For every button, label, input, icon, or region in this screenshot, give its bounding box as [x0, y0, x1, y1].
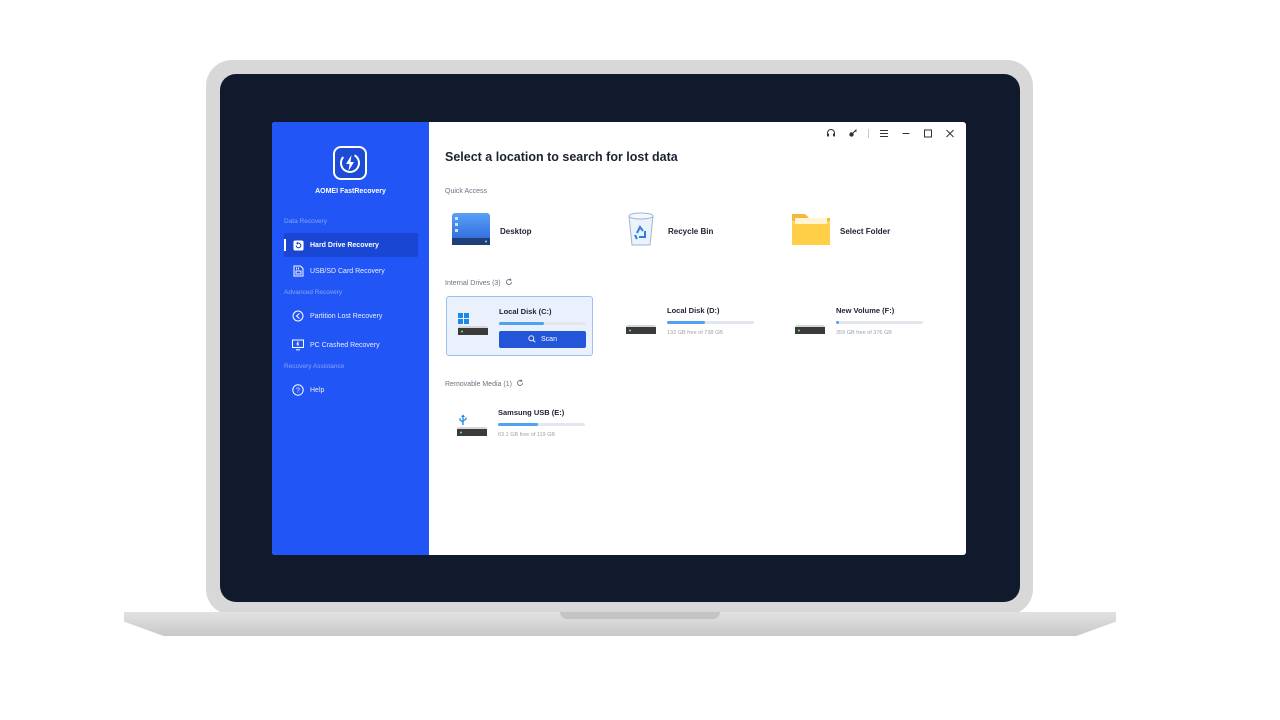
svg-text:?: ? — [296, 388, 300, 395]
internal-drives-label: Internal Drives (3) — [445, 279, 501, 287]
refresh-icon[interactable] — [516, 379, 524, 389]
sidebar-item-help[interactable]: ? Help — [284, 378, 418, 402]
app-logo-icon — [333, 146, 367, 180]
drive-free-space: 132 GB free of 738 GB — [667, 330, 723, 336]
drive-card-d[interactable]: Local Disk (D:) 132 GB free of 738 GB — [615, 296, 762, 356]
drive-card-c[interactable]: Local Disk (C:) Scan — [446, 296, 593, 356]
drive-usage-bar — [498, 423, 585, 426]
drive-name: Local Disk (C:) — [499, 307, 552, 316]
removable-media-header: Removable Media (1) — [445, 379, 524, 389]
scan-button-label: Scan — [541, 336, 557, 343]
sidebar-item-hard-drive-recovery[interactable]: Hard Drive Recovery — [284, 233, 418, 257]
sidebar-item-label: USB/SD Card Recovery — [310, 267, 385, 275]
sidebar-item-pc-crashed-recovery[interactable]: PC Crashed Recovery — [284, 333, 418, 357]
drive-usage-bar — [667, 321, 754, 324]
sidebar-item-usb-sd-card-recovery[interactable]: USB/SD Card Recovery — [284, 259, 418, 283]
restore-icon — [292, 239, 304, 251]
close-icon[interactable] — [940, 127, 960, 139]
monitor-icon — [292, 339, 304, 351]
nav-section-data-recovery: Data Recovery — [284, 218, 327, 225]
sidebar-item-label: PC Crashed Recovery — [310, 341, 380, 349]
menu-icon[interactable] — [874, 127, 894, 139]
recycle-bin-icon — [623, 211, 659, 252]
hard-drive-icon — [794, 312, 826, 336]
drive-usage-fill — [836, 321, 839, 324]
drive-free-space: 63.1 GB free of 119 GB — [498, 432, 556, 438]
folder-icon — [791, 211, 831, 252]
help-icon: ? — [292, 384, 304, 396]
scan-button[interactable]: Scan — [499, 331, 586, 348]
quick-access-recycle-bin[interactable]: Recycle Bin — [623, 212, 713, 250]
sidebar: AOMEI FastRecovery Data Recovery Hard Dr… — [272, 122, 429, 555]
key-icon[interactable] — [843, 127, 863, 139]
title-bar — [821, 127, 960, 139]
usb-drive-icon — [456, 414, 488, 438]
quick-access-label-text: Desktop — [500, 226, 532, 236]
drive-usage-bar — [499, 322, 586, 325]
titlebar-divider — [868, 128, 869, 138]
drive-usage-bar — [836, 321, 923, 324]
laptop-notch — [560, 612, 720, 619]
maximize-icon[interactable] — [918, 127, 938, 139]
drive-name: Local Disk (D:) — [667, 306, 720, 315]
hard-drive-icon — [625, 312, 657, 336]
drive-card-f[interactable]: New Volume (F:) 359 GB free of 376 GB — [784, 296, 931, 356]
drive-name: Samsung USB (E:) — [498, 408, 565, 417]
drive-card-e[interactable]: Samsung USB (E:) 63.1 GB free of 119 GB — [446, 398, 593, 458]
sd-card-icon — [292, 265, 304, 277]
nav-section-recovery-assistance: Recovery Assistance — [284, 363, 345, 370]
sidebar-item-label: Hard Drive Recovery — [310, 241, 379, 249]
internal-drives-header: Internal Drives (3) — [445, 278, 513, 288]
app-window: AOMEI FastRecovery Data Recovery Hard Dr… — [272, 122, 966, 555]
search-icon — [528, 334, 536, 345]
sidebar-item-label: Partition Lost Recovery — [310, 312, 383, 320]
desktop-icon — [451, 212, 491, 251]
quick-access-label: Quick Access — [445, 188, 488, 195]
app-name: AOMEI FastRecovery — [315, 188, 386, 195]
drive-usage-fill — [667, 321, 706, 324]
sidebar-item-label: Help — [310, 386, 325, 394]
drive-name: New Volume (F:) — [836, 306, 895, 315]
minimize-icon[interactable] — [896, 127, 916, 139]
drive-usage-fill — [498, 423, 539, 426]
quick-access-select-folder[interactable]: Select Folder — [791, 212, 890, 250]
drive-free-space: 359 GB free of 376 GB — [836, 330, 892, 336]
headset-icon[interactable] — [821, 127, 841, 139]
page-title: Select a location to search for lost dat… — [445, 150, 678, 164]
refresh-icon[interactable] — [505, 278, 513, 288]
quick-access-desktop[interactable]: Desktop — [451, 212, 532, 250]
windows-drive-icon — [457, 313, 489, 337]
nav-section-advanced-recovery: Advanced Recovery — [284, 289, 343, 296]
quick-access-label-text: Recycle Bin — [668, 226, 714, 236]
removable-media-label: Removable Media (1) — [445, 380, 512, 388]
partition-icon — [292, 310, 304, 322]
drive-usage-fill — [499, 322, 545, 325]
main-panel: Select a location to search for lost dat… — [429, 122, 966, 555]
sidebar-item-partition-lost-recovery[interactable]: Partition Lost Recovery — [284, 304, 418, 328]
quick-access-label-text: Select Folder — [840, 226, 891, 236]
